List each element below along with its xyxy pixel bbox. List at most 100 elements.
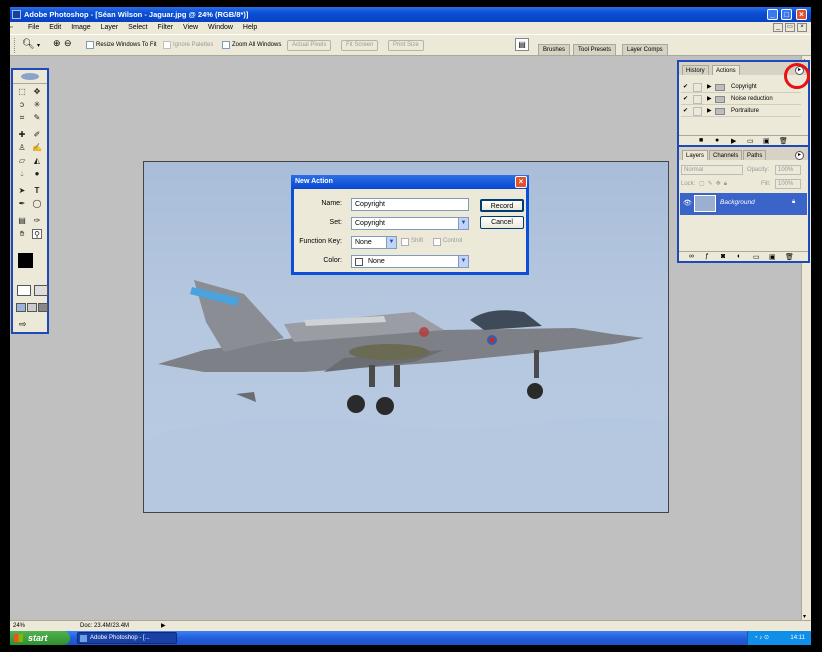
- dialog-toggle-box[interactable]: [693, 95, 702, 104]
- shift-checkbox[interactable]: [401, 238, 409, 246]
- resize-windows-checkbox[interactable]: [86, 41, 94, 49]
- screen-mode-full-icon[interactable]: [38, 303, 48, 312]
- zoom-in-icon[interactable]: ⊕: [53, 38, 61, 49]
- standard-mode-icon[interactable]: [17, 285, 31, 296]
- healing-brush-tool-icon[interactable]: ✚: [17, 130, 27, 140]
- clone-stamp-tool-icon[interactable]: ♙: [17, 143, 27, 153]
- tool-preset-dropdown-icon[interactable]: ▾: [37, 42, 40, 49]
- jump-to-imageready-icon[interactable]: ⇨: [19, 319, 39, 330]
- control-checkbox[interactable]: [433, 238, 441, 246]
- tab-paths[interactable]: Paths: [743, 150, 767, 160]
- stop-icon[interactable]: ■: [699, 137, 703, 144]
- toolbox-header[interactable]: [13, 70, 47, 84]
- marquee-tool-icon[interactable]: ⬚: [17, 87, 27, 97]
- cancel-button[interactable]: Cancel: [480, 216, 524, 229]
- chevron-down-icon[interactable]: ▼: [458, 256, 468, 267]
- options-grip[interactable]: [14, 38, 18, 53]
- dialog-toggle-box[interactable]: [693, 107, 702, 116]
- dodge-tool-icon[interactable]: ●: [32, 169, 42, 179]
- palette-well-toggle-icon[interactable]: ▤: [515, 38, 529, 51]
- taskbar-photoshop-button[interactable]: Adobe Photoshop - [...: [77, 632, 177, 644]
- eraser-tool-icon[interactable]: ▱: [17, 156, 27, 166]
- pen-tool-icon[interactable]: ✒: [17, 199, 27, 209]
- status-menu-icon[interactable]: ▶: [161, 621, 166, 631]
- brush-tool-icon[interactable]: ✐: [32, 130, 42, 140]
- doc-restore-icon[interactable]: ▭: [785, 23, 795, 32]
- dialog-toggle-box[interactable]: [693, 83, 702, 92]
- actual-pixels-button[interactable]: Actual Pixels: [287, 40, 332, 51]
- lock-icons[interactable]: ▢✎✥🔒︎: [699, 180, 730, 188]
- check-icon[interactable]: ✔: [683, 94, 688, 105]
- menu-filter[interactable]: Filter: [154, 22, 178, 34]
- menu-window[interactable]: Window: [204, 22, 237, 34]
- expand-triangle-icon[interactable]: ▶: [707, 94, 712, 105]
- tab-layers[interactable]: Layers: [682, 150, 709, 160]
- set-select[interactable]: Copyright ▼: [351, 217, 469, 230]
- move-tool-icon[interactable]: ✥: [32, 87, 42, 97]
- record-icon[interactable]: ●: [715, 137, 719, 144]
- menu-select[interactable]: Select: [124, 22, 151, 34]
- doc-close-icon[interactable]: ×: [797, 23, 807, 32]
- screen-mode-full-menu-icon[interactable]: [27, 303, 37, 312]
- dialog-title-bar[interactable]: New Action ×: [291, 175, 529, 189]
- tab-tool-presets[interactable]: Tool Presets: [573, 44, 617, 55]
- action-name-field[interactable]: Copyright: [351, 198, 469, 211]
- start-button[interactable]: start: [10, 631, 70, 645]
- crop-tool-icon[interactable]: ⌗: [17, 113, 27, 123]
- tab-actions[interactable]: Actions: [712, 65, 740, 75]
- maximize-icon[interactable]: □: [781, 9, 792, 20]
- delete-layer-icon[interactable]: 🗑︎: [785, 253, 794, 261]
- title-bar[interactable]: Adobe Photoshop - [Séan Wilson - Jaguar.…: [10, 7, 811, 22]
- foreground-color-swatch[interactable]: [18, 253, 33, 268]
- menu-edit[interactable]: Edit: [45, 22, 65, 34]
- scroll-down-icon[interactable]: ▾: [803, 613, 806, 620]
- path-selection-tool-icon[interactable]: ➤: [17, 186, 27, 196]
- layer-style-icon[interactable]: ƒ: [705, 253, 709, 260]
- new-action-icon[interactable]: ▣: [763, 137, 770, 145]
- notes-tool-icon[interactable]: ▤: [17, 216, 27, 226]
- new-layer-icon[interactable]: ▣: [769, 253, 776, 261]
- chevron-down-icon[interactable]: ▼: [458, 218, 468, 229]
- function-key-select[interactable]: None ▼: [351, 236, 397, 249]
- link-icon[interactable]: ∞: [689, 253, 694, 260]
- zoom-tool-selected-icon[interactable]: ⚲: [32, 229, 42, 239]
- eyedropper-tool-icon[interactable]: ✑: [32, 216, 42, 226]
- new-group-icon[interactable]: ▭: [753, 253, 760, 261]
- hand-tool-icon[interactable]: ✋︎: [17, 229, 27, 239]
- tab-channels[interactable]: Channels: [709, 150, 743, 160]
- lasso-tool-icon[interactable]: ↄ: [17, 100, 27, 110]
- action-set-row[interactable]: ✔ ▶ Portraiture: [681, 106, 801, 117]
- ignore-palettes-checkbox[interactable]: [163, 41, 171, 49]
- zoom-level[interactable]: 24%: [13, 621, 25, 631]
- shape-tool-icon[interactable]: ◯: [32, 199, 42, 209]
- chevron-down-icon[interactable]: ▼: [386, 237, 396, 248]
- print-size-button[interactable]: Print Size: [388, 40, 424, 51]
- layers-panel-menu-icon[interactable]: ▸: [795, 151, 804, 160]
- fill-field[interactable]: 100%: [775, 179, 801, 189]
- zoom-all-windows-checkbox[interactable]: [222, 41, 230, 49]
- quick-mask-mode-icon[interactable]: [34, 285, 48, 296]
- expand-triangle-icon[interactable]: ▶: [707, 82, 712, 93]
- check-icon[interactable]: ✔: [683, 82, 688, 93]
- type-tool-icon[interactable]: T: [32, 186, 42, 196]
- expand-triangle-icon[interactable]: ▶: [707, 106, 712, 117]
- slice-tool-icon[interactable]: ✎: [32, 113, 42, 123]
- menu-layer[interactable]: Layer: [97, 22, 123, 34]
- tab-brushes[interactable]: Brushes: [538, 44, 571, 55]
- menu-file[interactable]: File: [24, 22, 43, 34]
- blur-tool-icon[interactable]: 💧︎: [17, 169, 27, 179]
- trash-icon[interactable]: 🗑︎: [779, 137, 788, 145]
- play-icon[interactable]: ▶: [731, 137, 736, 145]
- color-select[interactable]: None ▼: [351, 255, 469, 268]
- menu-view[interactable]: View: [179, 22, 202, 34]
- tab-layer-comps[interactable]: Layer Comps: [622, 44, 668, 55]
- magic-wand-tool-icon[interactable]: ✳: [32, 100, 42, 110]
- menu-image[interactable]: Image: [67, 22, 94, 34]
- history-brush-tool-icon[interactable]: ✍: [32, 143, 42, 153]
- paint-bucket-tool-icon[interactable]: ◭: [32, 156, 42, 166]
- opacity-field[interactable]: 100%: [775, 165, 801, 175]
- zoom-tool-icon[interactable]: 🔍︎: [22, 39, 35, 50]
- tray-icons[interactable]: ◔ ♪ ⊙: [754, 631, 769, 645]
- action-set-row[interactable]: ✔ ▶ Copyright: [681, 82, 801, 93]
- fit-screen-button[interactable]: Fit Screen: [341, 40, 379, 51]
